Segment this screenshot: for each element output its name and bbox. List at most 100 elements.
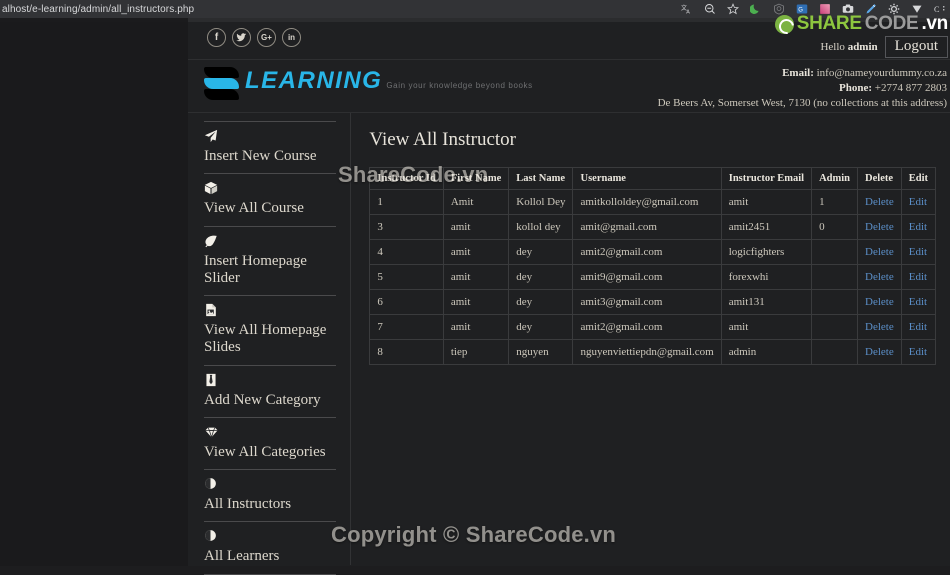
hello-row: Hello admin Logout <box>775 36 948 58</box>
table-row: 8 tiep nguyen nguyenviettiepdn@gmail.com adm… <box>369 339 937 365</box>
sidebar-item-add-new-category[interactable]: Add New Category <box>204 364 337 417</box>
cell-username: amit3@gmail.com <box>572 289 722 315</box>
cell-last: Kollol Dey <box>508 189 574 215</box>
delete-link[interactable]: Delete <box>865 321 894 333</box>
page-container: f G+ in SHARE CODE .vn Hello admin Logout <box>188 13 950 575</box>
cell-delete: Delete <box>857 339 902 365</box>
cell-email: admin <box>720 339 813 365</box>
table-header: Instructor Id First Name Last Name Username… <box>369 167 937 190</box>
adjust-contrast-icon <box>204 529 336 544</box>
logout-button[interactable]: Logout <box>884 36 948 58</box>
cell-email: amit <box>720 314 813 340</box>
column-header-instructor-id: Instructor Id <box>369 167 444 190</box>
cell-email: amit131 <box>720 289 813 315</box>
svg-text:A: A <box>686 10 690 16</box>
edit-link[interactable]: Edit <box>909 221 927 233</box>
delete-link[interactable]: Delete <box>865 221 894 233</box>
cell-first: amit <box>442 314 510 340</box>
column-header-delete: Delete <box>857 167 902 190</box>
edit-link[interactable]: Edit <box>909 296 927 308</box>
edit-link[interactable]: Edit <box>909 346 927 358</box>
cell-edit: Edit <box>900 214 937 240</box>
table-body: 1 Amit Kollol Dey amitkolloldey@gmail.com am… <box>369 189 937 365</box>
sidebar-item-label: All Instructors <box>204 496 292 512</box>
delete-link[interactable]: Delete <box>865 296 894 308</box>
delete-link[interactable]: Delete <box>865 346 894 358</box>
cell-admin <box>811 289 859 315</box>
contact-phone-line: Phone: +2774 877 2803 <box>658 81 947 96</box>
url-bar[interactable]: alhost/e-learning/admin/all_instructors.… <box>0 4 194 15</box>
sidebar-item-view-all-homepage-slides[interactable]: View All Homepage Slides <box>204 295 337 365</box>
sharecode-logo: SHARE CODE .vn <box>774 13 948 35</box>
sidebar-item-view-all-categories[interactable]: View All Categories <box>204 416 337 469</box>
edit-link[interactable]: Edit <box>909 196 927 208</box>
column-header-username: Username <box>572 167 722 190</box>
instructors-table: Instructor Id First Name Last Name Username… <box>369 167 937 365</box>
site-brand[interactable]: LEARNING Gain your knowledge beyond book… <box>204 65 533 103</box>
brand-text: LEARNING Gain your knowledge beyond book… <box>245 65 533 93</box>
contact-phone-value: +2774 877 2803 <box>872 81 947 94</box>
sidebar-item-view-all-course[interactable]: View All Course <box>204 173 337 225</box>
page-left-gutter <box>0 22 188 566</box>
sidebar-item-all-instructors[interactable]: All Instructors <box>204 469 337 521</box>
column-header-edit: Edit <box>900 167 937 190</box>
sidebar-item-label: View All Homepage Slides <box>204 322 327 356</box>
necktie-icon <box>204 373 336 388</box>
logo-share-text: SHARE <box>796 13 862 34</box>
site-topbar: f G+ in SHARE CODE .vn Hello admin Logout <box>188 13 950 60</box>
cell-id: 4 <box>369 239 444 265</box>
sidebar-item-label: View All Categories <box>204 443 326 460</box>
edit-link[interactable]: Edit <box>909 321 927 333</box>
cell-edit: Edit <box>900 314 937 340</box>
hello-greeting: Hello admin <box>820 41 884 53</box>
admin-sidebar: Insert New Course View All Course Insert H… <box>188 113 350 575</box>
social-links: f G+ in <box>207 28 301 47</box>
delete-link[interactable]: Delete <box>865 271 894 283</box>
cell-id: 7 <box>369 314 444 340</box>
cell-edit: Edit <box>900 239 937 265</box>
translate-icon[interactable]: 文A <box>681 3 693 15</box>
cube-box-icon <box>204 181 336 196</box>
cell-admin <box>811 314 859 340</box>
dark-mode-moon-icon[interactable] <box>750 3 762 15</box>
brand-name: LEARNING <box>245 67 383 94</box>
sidebar-item-insert-homepage-slider[interactable]: Insert Homepage Slider <box>204 225 337 296</box>
delete-link[interactable]: Delete <box>865 196 894 208</box>
table-row: 6 amit dey amit3@gmail.com amit131 Delete Edit <box>369 289 937 315</box>
cell-delete: Delete <box>857 289 902 315</box>
sidebar-item-label: Insert Homepage Slider <box>204 252 307 286</box>
facebook-icon[interactable]: f <box>207 28 226 47</box>
cell-admin <box>811 239 859 265</box>
cell-username: nguyenviettiepdn@gmail.com <box>572 339 722 365</box>
cell-email: forexwhi <box>720 264 813 290</box>
column-header-last-name: Last Name <box>508 167 574 190</box>
cell-admin <box>811 339 859 365</box>
cell-edit: Edit <box>900 189 937 215</box>
cell-first: amit <box>442 214 510 240</box>
linkedin-icon[interactable]: in <box>282 28 301 47</box>
contact-info: Email: info@nameyourdummy.co.za Phone: +… <box>658 66 947 111</box>
sharecode-mark-icon <box>774 14 794 34</box>
cell-last: dey <box>508 314 574 340</box>
cell-delete: Delete <box>857 189 902 215</box>
cell-email: amit <box>720 189 813 215</box>
sidebar-item-insert-new-course[interactable]: Insert New Course <box>204 121 337 173</box>
edit-link[interactable]: Edit <box>909 246 927 258</box>
zoom-out-icon[interactable] <box>704 3 716 15</box>
cell-delete: Delete <box>857 214 902 240</box>
column-header-instructor-email: Instructor Email <box>720 167 813 190</box>
cell-admin: 1 <box>811 189 859 215</box>
logo-vn-text: .vn <box>921 13 948 34</box>
google-plus-icon[interactable]: G+ <box>257 28 276 47</box>
cell-admin: 0 <box>811 214 859 240</box>
cell-first: amit <box>442 264 510 290</box>
cell-last: dey <box>508 239 574 265</box>
elearning-logo-icon <box>204 65 239 103</box>
delete-link[interactable]: Delete <box>865 246 894 258</box>
cell-id: 5 <box>369 264 444 290</box>
cell-first: amit <box>442 239 510 265</box>
bookmark-star-icon[interactable] <box>727 3 739 15</box>
hello-prefix: Hello <box>820 41 848 53</box>
twitter-icon[interactable] <box>232 28 251 47</box>
edit-link[interactable]: Edit <box>909 271 927 283</box>
